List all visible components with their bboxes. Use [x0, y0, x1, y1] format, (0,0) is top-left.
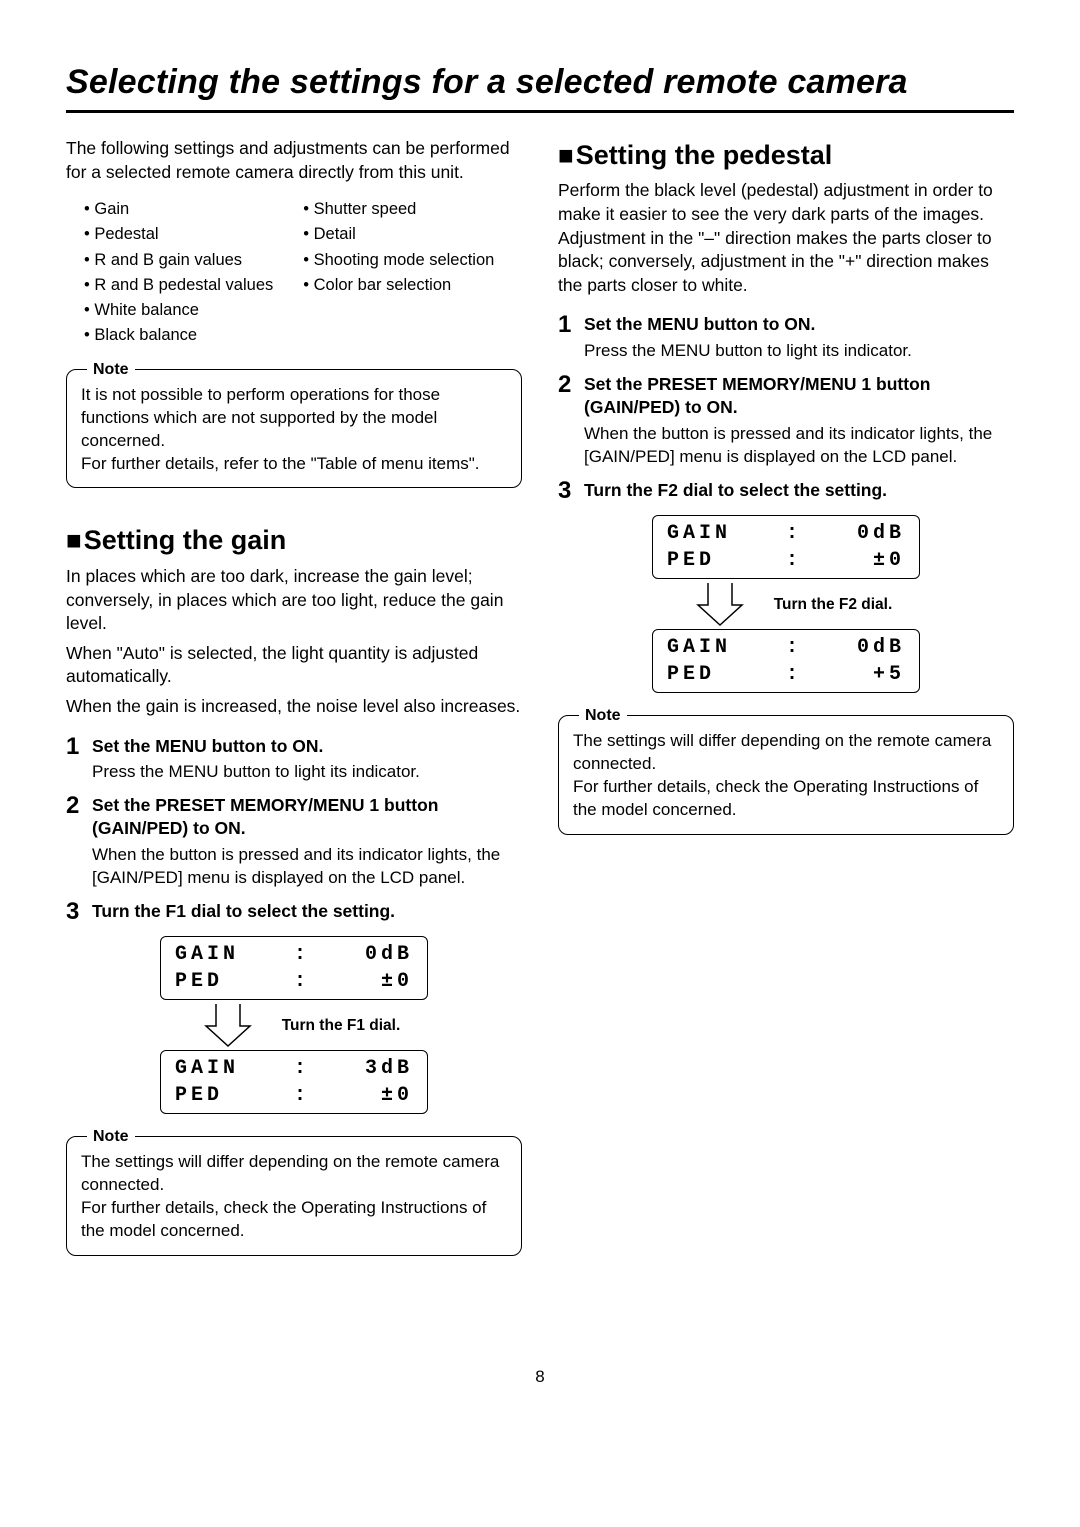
step-number: 3	[558, 479, 584, 503]
body-text: In places which are too dark, increase t…	[66, 565, 522, 636]
list-item: Black balance	[84, 324, 273, 346]
step-text: Press the MENU button to light its indic…	[584, 340, 1014, 363]
list-item: Gain	[84, 198, 273, 220]
lcd-value: ±0	[381, 1082, 413, 1109]
square-icon: ■	[558, 140, 574, 170]
step-1: 1 Set the MENU button to ON. Press the M…	[66, 735, 522, 785]
square-icon: ■	[66, 525, 82, 555]
lcd-label: GAIN	[667, 634, 731, 661]
heading-text: Setting the pedestal	[576, 140, 833, 170]
list-item: Shooting mode selection	[303, 249, 494, 271]
lcd-value: ±0	[381, 968, 413, 995]
lcd-before: GAIN:0dB PED:±0	[160, 936, 428, 1000]
step-number: 1	[558, 313, 584, 337]
note-label: Note	[87, 359, 135, 381]
step-title: Turn the F1 dial to select the setting.	[92, 900, 522, 923]
note-box-pedestal: Note The settings will differ depending …	[558, 715, 1014, 835]
note-text: It is not possible to perform operations…	[81, 384, 507, 453]
note-label: Note	[579, 705, 627, 727]
section-heading-pedestal: ■Setting the pedestal	[558, 137, 1014, 173]
right-column: ■Setting the pedestal Perform the black …	[558, 137, 1014, 1256]
step-number: 3	[66, 900, 92, 924]
step-2: 2 Set the PRESET MEMORY/MENU 1 button (G…	[558, 373, 1014, 468]
lcd-value: 0dB	[365, 941, 413, 968]
lcd-value: ±0	[873, 547, 905, 574]
settings-list: Gain Pedestal R and B gain values R and …	[84, 198, 522, 347]
step-title: Set the PRESET MEMORY/MENU 1 button (GAI…	[584, 373, 1014, 419]
settings-col-right: Shutter speed Detail Shooting mode selec…	[303, 198, 494, 347]
down-arrow-icon	[680, 583, 760, 627]
arrow-caption: Turn the F2 dial.	[774, 595, 893, 616]
lcd-diagram-pedestal: GAIN:0dB PED:±0 Turn the F2 dial. GAIN:0…	[558, 515, 1014, 693]
lcd-label: PED	[667, 547, 715, 574]
section-heading-gain: ■Setting the gain	[66, 522, 522, 558]
note-text: The settings will differ depending on th…	[81, 1151, 507, 1197]
step-title: Set the MENU button to ON.	[584, 313, 1014, 336]
step-title: Set the PRESET MEMORY/MENU 1 button (GAI…	[92, 794, 522, 840]
arrow-caption: Turn the F1 dial.	[282, 1016, 401, 1037]
list-item: White balance	[84, 299, 273, 321]
settings-col-left: Gain Pedestal R and B gain values R and …	[84, 198, 273, 347]
steps-pedestal: 1 Set the MENU button to ON. Press the M…	[558, 313, 1014, 505]
list-item: Shutter speed	[303, 198, 494, 220]
lcd-label: GAIN	[667, 520, 731, 547]
lcd-value: 3dB	[365, 1055, 413, 1082]
steps-gain: 1 Set the MENU button to ON. Press the M…	[66, 735, 522, 927]
step-text: When the button is pressed and its indic…	[92, 844, 522, 890]
lcd-label: GAIN	[175, 1055, 239, 1082]
lcd-value: +5	[873, 661, 905, 688]
step-3: 3 Turn the F1 dial to select the setting…	[66, 900, 522, 927]
left-column: The following settings and adjustments c…	[66, 137, 522, 1256]
step-text: Press the MENU button to light its indic…	[92, 761, 522, 784]
list-item: Pedestal	[84, 223, 273, 245]
step-1: 1 Set the MENU button to ON. Press the M…	[558, 313, 1014, 363]
note-text: For further details, check the Operating…	[81, 1197, 507, 1243]
lcd-diagram-gain: GAIN:0dB PED:±0 Turn the F1 dial. GAIN:3…	[66, 936, 522, 1114]
lcd-label: PED	[667, 661, 715, 688]
intro-text: The following settings and adjustments c…	[66, 137, 522, 184]
step-number: 2	[558, 373, 584, 397]
heading-text: Setting the gain	[84, 525, 287, 555]
lcd-after: GAIN:3dB PED:±0	[160, 1050, 428, 1114]
page-number: 8	[66, 1366, 1014, 1389]
note-text: The settings will differ depending on th…	[573, 730, 999, 776]
body-text: Perform the black level (pedestal) adjus…	[558, 179, 1014, 297]
list-item: R and B pedestal values	[84, 274, 273, 296]
content-columns: The following settings and adjustments c…	[66, 137, 1014, 1256]
lcd-value: 0dB	[857, 520, 905, 547]
note-box-gain: Note The settings will differ depending …	[66, 1136, 522, 1256]
step-title: Turn the F2 dial to select the setting.	[584, 479, 1014, 502]
step-number: 1	[66, 735, 92, 759]
step-title: Set the MENU button to ON.	[92, 735, 522, 758]
lcd-label: PED	[175, 1082, 223, 1109]
page-title: Selecting the settings for a selected re…	[66, 60, 1014, 113]
list-item: Color bar selection	[303, 274, 494, 296]
note-box: Note It is not possible to perform opera…	[66, 369, 522, 489]
body-text: When the gain is increased, the noise le…	[66, 695, 522, 719]
lcd-label: PED	[175, 968, 223, 995]
step-2: 2 Set the PRESET MEMORY/MENU 1 button (G…	[66, 794, 522, 889]
list-item: R and B gain values	[84, 249, 273, 271]
note-label: Note	[87, 1126, 135, 1148]
note-text: For further details, check the Operating…	[573, 776, 999, 822]
lcd-value: 0dB	[857, 634, 905, 661]
lcd-after: GAIN:0dB PED:+5	[652, 629, 920, 693]
step-text: When the button is pressed and its indic…	[584, 423, 1014, 469]
body-text: When "Auto" is selected, the light quant…	[66, 642, 522, 689]
down-arrow-icon	[188, 1004, 268, 1048]
step-number: 2	[66, 794, 92, 818]
lcd-before: GAIN:0dB PED:±0	[652, 515, 920, 579]
list-item: Detail	[303, 223, 494, 245]
note-text: For further details, refer to the "Table…	[81, 453, 507, 476]
lcd-label: GAIN	[175, 941, 239, 968]
step-3: 3 Turn the F2 dial to select the setting…	[558, 479, 1014, 506]
